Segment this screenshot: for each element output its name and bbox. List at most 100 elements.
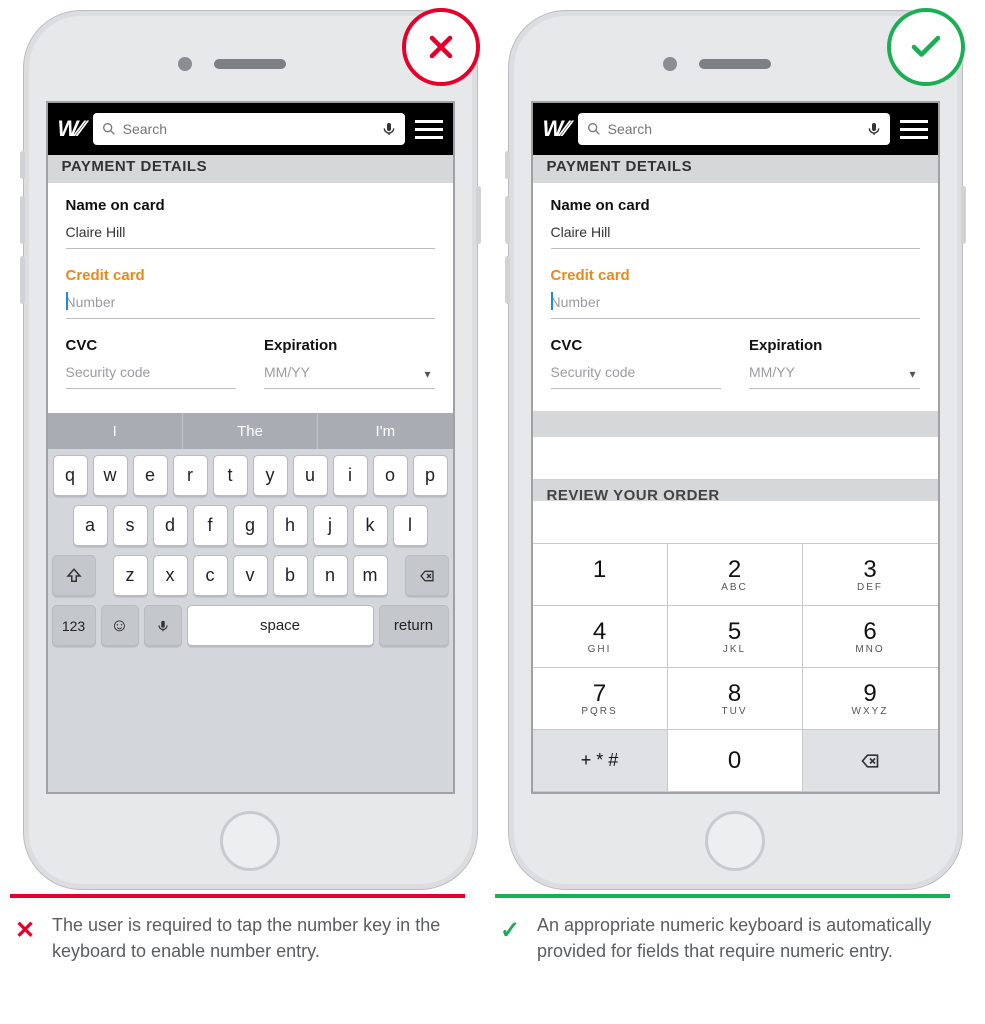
key-h[interactable]: h bbox=[273, 505, 308, 547]
space-key[interactable]: space bbox=[187, 605, 374, 647]
payment-form: Name on card Claire Hill Credit card Num… bbox=[533, 183, 938, 411]
numkey-8[interactable]: 8TUV bbox=[668, 668, 803, 730]
name-value[interactable]: Claire Hill bbox=[551, 220, 920, 249]
shift-key[interactable] bbox=[52, 555, 96, 597]
numkey-4[interactable]: 4GHI bbox=[533, 606, 668, 668]
expiration-input[interactable]: MM/YY bbox=[264, 360, 435, 389]
search-input[interactable] bbox=[608, 121, 866, 137]
phone-frame: W⁄⁄ PAYMENT DETAILS N bbox=[23, 10, 478, 890]
numkey-symbols[interactable]: + * # bbox=[533, 730, 668, 792]
home-button[interactable] bbox=[220, 811, 280, 871]
key-u[interactable]: u bbox=[293, 455, 328, 497]
return-key[interactable]: return bbox=[379, 605, 449, 647]
card-label: Credit card bbox=[66, 267, 435, 284]
numkey-1[interactable]: 1 bbox=[533, 544, 668, 606]
suggestion[interactable]: I bbox=[48, 413, 183, 449]
bad-badge-icon bbox=[402, 8, 480, 86]
numkey-3[interactable]: 3DEF bbox=[803, 544, 938, 606]
key-n[interactable]: n bbox=[313, 555, 348, 597]
card-input[interactable]: Number bbox=[66, 290, 435, 319]
key-t[interactable]: t bbox=[213, 455, 248, 497]
cvc-label: CVC bbox=[66, 337, 237, 354]
chevron-down-icon[interactable]: ▾ bbox=[424, 367, 430, 381]
payment-form: Name on card Claire Hill Credit card Num… bbox=[48, 183, 453, 411]
suggestion-bar: I The I'm bbox=[48, 413, 453, 449]
search-field[interactable] bbox=[578, 113, 890, 145]
review-header: REVIEW YOUR ORDER bbox=[533, 479, 938, 501]
bad-caption-text: The user is required to tap the number k… bbox=[52, 912, 459, 964]
numbers-key[interactable]: 123 bbox=[52, 605, 96, 647]
numkey-6[interactable]: 6MNO bbox=[803, 606, 938, 668]
text-cursor bbox=[66, 292, 68, 310]
key-s[interactable]: s bbox=[113, 505, 148, 547]
bad-caption: ✕ The user is required to tap the number… bbox=[10, 894, 465, 984]
suggestion[interactable]: The bbox=[183, 413, 318, 449]
numkey-0[interactable]: 0 bbox=[668, 730, 803, 792]
search-field[interactable] bbox=[93, 113, 405, 145]
key-i[interactable]: i bbox=[333, 455, 368, 497]
backspace-key[interactable] bbox=[405, 555, 449, 597]
numkey-backspace[interactable] bbox=[803, 730, 938, 792]
expiration-label: Expiration bbox=[749, 337, 920, 354]
app-bar: W⁄⁄ bbox=[533, 103, 938, 155]
key-o[interactable]: o bbox=[373, 455, 408, 497]
search-icon bbox=[101, 121, 117, 137]
key-d[interactable]: d bbox=[153, 505, 188, 547]
good-badge-icon bbox=[887, 8, 965, 86]
numkey-2[interactable]: 2ABC bbox=[668, 544, 803, 606]
good-caption: ✓ An appropriate numeric keyboard is aut… bbox=[495, 894, 950, 984]
numkey-9[interactable]: 9WXYZ bbox=[803, 668, 938, 730]
key-y[interactable]: y bbox=[253, 455, 288, 497]
name-value[interactable]: Claire Hill bbox=[66, 220, 435, 249]
expiration-input[interactable]: MM/YY bbox=[749, 360, 920, 389]
key-p[interactable]: p bbox=[413, 455, 448, 497]
key-z[interactable]: z bbox=[113, 555, 148, 597]
key-b[interactable]: b bbox=[273, 555, 308, 597]
alpha-keyboard: I The I'm qwertyuiop asdfghjkl zxcvbnm bbox=[48, 413, 453, 792]
key-q[interactable]: q bbox=[53, 455, 88, 497]
search-input[interactable] bbox=[123, 121, 381, 137]
key-c[interactable]: c bbox=[193, 555, 228, 597]
emoji-key[interactable]: ☺ bbox=[101, 605, 139, 647]
bad-example: W⁄⁄ PAYMENT DETAILS N bbox=[23, 10, 478, 890]
check-icon: ✓ bbox=[497, 912, 523, 964]
numkey-7[interactable]: 7PQRS bbox=[533, 668, 668, 730]
logo-icon: W⁄⁄ bbox=[58, 116, 83, 142]
cvc-input[interactable]: Security code bbox=[66, 360, 237, 389]
key-w[interactable]: w bbox=[93, 455, 128, 497]
text-cursor bbox=[551, 292, 553, 310]
phone-frame: W⁄⁄ PAYMENT DETAILS N bbox=[508, 10, 963, 890]
key-g[interactable]: g bbox=[233, 505, 268, 547]
mic-icon[interactable] bbox=[866, 121, 882, 137]
key-l[interactable]: l bbox=[393, 505, 428, 547]
key-a[interactable]: a bbox=[73, 505, 108, 547]
good-caption-text: An appropriate numeric keyboard is autom… bbox=[537, 912, 944, 964]
key-m[interactable]: m bbox=[353, 555, 388, 597]
key-r[interactable]: r bbox=[173, 455, 208, 497]
numeric-keyboard: 1 2ABC3DEF 4GHI5JKL6MNO 7PQRS8TUV9WXYZ + * … bbox=[533, 543, 938, 792]
logo-icon: W⁄⁄ bbox=[543, 116, 568, 142]
expiration-label: Expiration bbox=[264, 337, 435, 354]
home-button[interactable] bbox=[705, 811, 765, 871]
name-label: Name on card bbox=[551, 197, 920, 214]
card-label: Credit card bbox=[551, 267, 920, 284]
good-example: W⁄⁄ PAYMENT DETAILS N bbox=[508, 10, 963, 890]
key-v[interactable]: v bbox=[233, 555, 268, 597]
key-x[interactable]: x bbox=[153, 555, 188, 597]
key-f[interactable]: f bbox=[193, 505, 228, 547]
section-header: PAYMENT DETAILS bbox=[48, 155, 453, 183]
menu-icon[interactable] bbox=[900, 116, 928, 143]
suggestion[interactable]: I'm bbox=[318, 413, 452, 449]
menu-icon[interactable] bbox=[415, 116, 443, 143]
card-input[interactable]: Number bbox=[551, 290, 920, 319]
dictation-key[interactable] bbox=[144, 605, 182, 647]
cvc-input[interactable]: Security code bbox=[551, 360, 722, 389]
chevron-down-icon[interactable]: ▾ bbox=[909, 367, 915, 381]
app-bar: W⁄⁄ bbox=[48, 103, 453, 155]
key-k[interactable]: k bbox=[353, 505, 388, 547]
key-j[interactable]: j bbox=[313, 505, 348, 547]
key-e[interactable]: e bbox=[133, 455, 168, 497]
cvc-label: CVC bbox=[551, 337, 722, 354]
numkey-5[interactable]: 5JKL bbox=[668, 606, 803, 668]
mic-icon[interactable] bbox=[381, 121, 397, 137]
